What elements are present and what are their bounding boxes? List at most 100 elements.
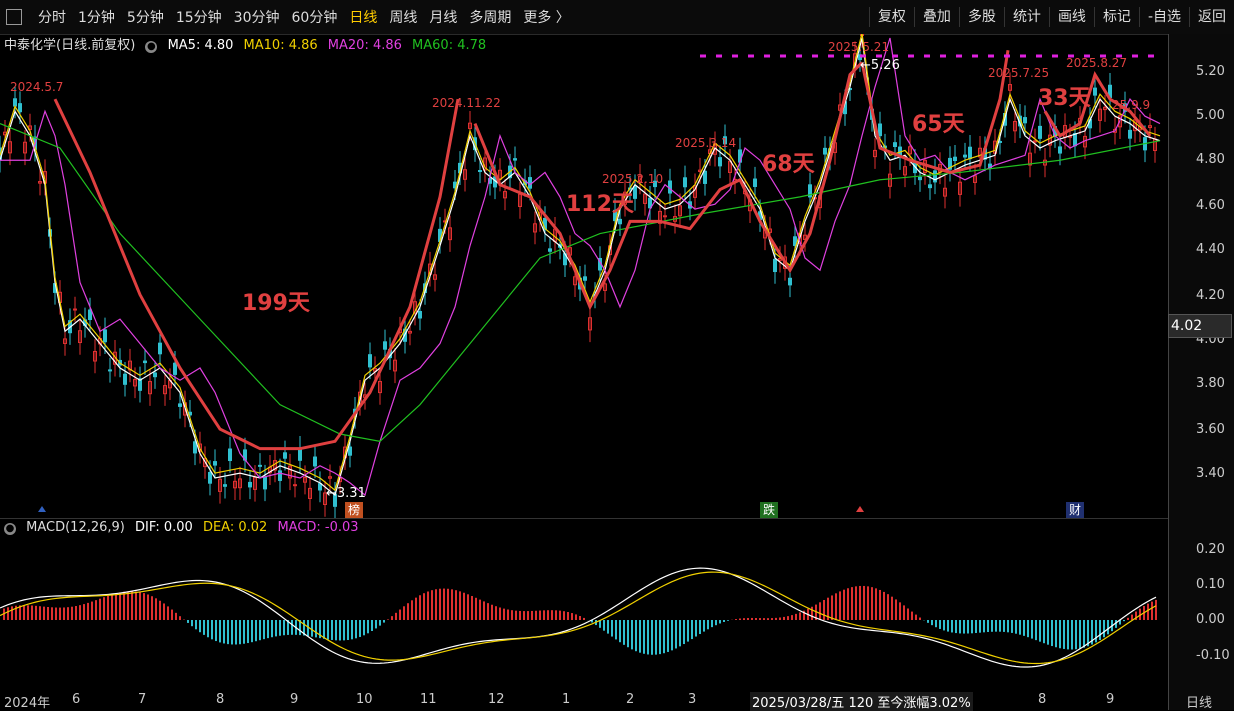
- period-label[interactable]: 日线: [1186, 692, 1212, 711]
- crosshair-label: 2025/03/28/五 120 至今涨幅3.02%: [750, 692, 973, 711]
- candle-body: [753, 178, 757, 187]
- high-price-label: ←5.26: [860, 58, 900, 73]
- candle-body: [248, 481, 252, 488]
- days-label: 199天: [242, 291, 310, 316]
- cycle-curve: [53, 98, 460, 451]
- toolbar-button-1[interactable]: 叠加: [913, 7, 959, 27]
- candle-body: [123, 373, 127, 385]
- price-tick: 5.20: [1196, 64, 1225, 79]
- candle-body: [88, 309, 92, 321]
- tab-4[interactable]: 30分钟: [228, 7, 286, 27]
- tab-1[interactable]: 1分钟: [72, 7, 121, 27]
- candle-body: [228, 448, 232, 462]
- price-tick: 3.60: [1196, 422, 1225, 437]
- window-icon[interactable]: [6, 9, 22, 25]
- candle-body: [13, 98, 17, 107]
- date-label: 2025.7.25: [988, 66, 1050, 80]
- eye-icon[interactable]: ●: [4, 523, 16, 535]
- candle-body: [278, 470, 282, 481]
- candle-body: [1093, 87, 1097, 96]
- cai-marker[interactable]: 财: [1066, 502, 1084, 518]
- toolbar-button-7[interactable]: 返回: [1189, 7, 1234, 27]
- tab-0[interactable]: 分时: [32, 7, 72, 27]
- candle-body: [618, 218, 622, 225]
- tab-10[interactable]: 更多 〉: [517, 7, 575, 27]
- candle-body: [1038, 125, 1042, 139]
- bang-marker[interactable]: 榜: [345, 502, 363, 518]
- top-toolbar: 分时 1分钟 5分钟 15分钟 30分钟 60分钟 日线 周线 月线 多周期 更多 〉 复权 叠加 多股…: [0, 0, 1234, 35]
- candle-body: [293, 484, 297, 487]
- candle-body: [878, 123, 882, 137]
- candle-body: [963, 154, 967, 158]
- candle-body: [718, 157, 722, 167]
- tab-2[interactable]: 5分钟: [121, 7, 170, 27]
- current-price-box: 4.02: [1168, 314, 1232, 338]
- low-price-label: ←3.31: [326, 486, 366, 501]
- dif-value: DIF: 0.00: [135, 520, 193, 535]
- toolbar-button-3[interactable]: 统计: [1003, 7, 1049, 27]
- macd-title: MACD(12,26,9): [26, 520, 125, 535]
- tab-7[interactable]: 周线: [383, 7, 423, 27]
- macd-tick: 0.10: [1196, 577, 1225, 592]
- candle-body: [213, 461, 217, 466]
- price-axis: [1168, 34, 1234, 710]
- time-axis: 2024年 6 7 8 9 10 11 12 1 2 3 8 9: [0, 690, 1168, 711]
- candle-body: [1058, 146, 1062, 154]
- candle-body: [1128, 129, 1132, 139]
- die-marker[interactable]: 跌: [760, 502, 778, 518]
- time-tick: 9: [290, 692, 299, 707]
- candle-body: [158, 342, 162, 355]
- date-label: 25.9.9: [1112, 98, 1151, 112]
- candle-body: [953, 156, 957, 162]
- toolbar-button-5[interactable]: 标记: [1093, 7, 1139, 27]
- macd-tick: 0.20: [1196, 542, 1225, 557]
- time-tick: 8: [216, 692, 225, 707]
- time-tick: 3: [688, 692, 697, 707]
- ma10-line: [0, 34, 1161, 492]
- toolbar-button-2[interactable]: 多股: [958, 7, 1004, 27]
- price-tick: 4.40: [1196, 242, 1225, 257]
- days-label: 112天: [566, 192, 634, 217]
- toolbar-button-4[interactable]: 画线: [1048, 7, 1094, 27]
- candle-body: [548, 248, 552, 252]
- tab-6[interactable]: 日线: [343, 7, 383, 27]
- candle-body: [788, 277, 792, 286]
- tab-9[interactable]: 多周期: [463, 7, 517, 27]
- candle-body: [103, 329, 107, 343]
- candle-body: [73, 308, 77, 311]
- kline-chart[interactable]: [0, 34, 1168, 710]
- candle-body: [153, 372, 157, 378]
- candle-body: [478, 170, 482, 173]
- toolbar-button-0[interactable]: 复权: [868, 7, 914, 27]
- candle-body: [368, 354, 372, 368]
- candle-body: [583, 276, 587, 281]
- time-tick: 2024年: [4, 696, 51, 711]
- candle-body: [773, 258, 777, 273]
- candle-body: [383, 341, 387, 350]
- candle-body: [263, 476, 267, 490]
- price-tick: 4.80: [1196, 152, 1225, 167]
- tab-8[interactable]: 月线: [423, 7, 463, 27]
- candle-body: [823, 147, 827, 155]
- price-tick: 4.60: [1196, 198, 1225, 213]
- tab-5[interactable]: 60分钟: [286, 7, 344, 27]
- candle-body: [928, 184, 932, 189]
- tab-3[interactable]: 15分钟: [170, 7, 228, 27]
- time-tick: 8: [1038, 692, 1047, 707]
- candle-body: [703, 170, 707, 184]
- candle-body: [178, 403, 182, 407]
- toolbar-button-6[interactable]: -自选: [1138, 7, 1189, 27]
- candle-body: [208, 471, 212, 484]
- candle-body: [108, 369, 112, 372]
- price-tick: 3.80: [1196, 376, 1225, 391]
- days-label: 68天: [762, 152, 815, 177]
- candle-body: [1023, 117, 1027, 124]
- date-label: 2025.8.27: [1066, 56, 1128, 70]
- candle-body: [528, 177, 532, 189]
- candle-body: [663, 215, 667, 218]
- time-tick: 10: [356, 692, 373, 707]
- macd-tick: 0.00: [1196, 612, 1225, 627]
- macd-tick: -0.10: [1196, 648, 1230, 663]
- candle-body: [318, 483, 322, 491]
- date-label: 2025.3.14: [675, 136, 737, 150]
